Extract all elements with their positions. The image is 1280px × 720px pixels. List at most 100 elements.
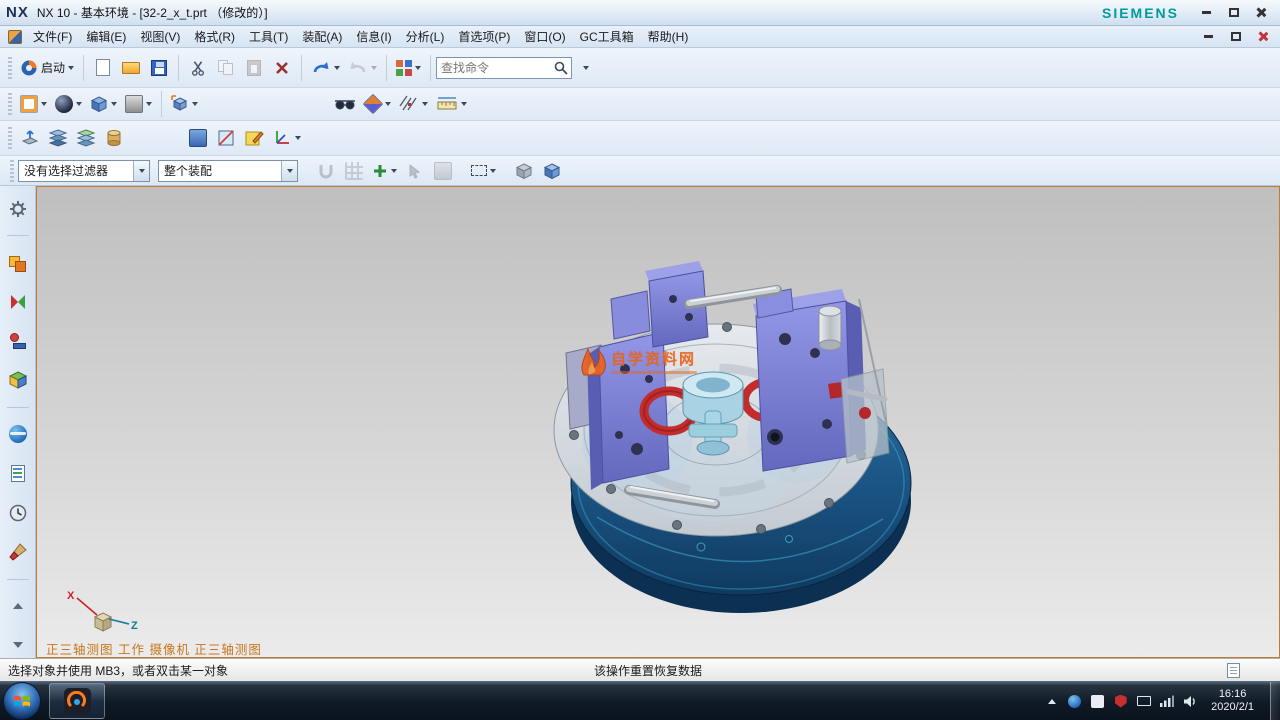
tray-ime-icon[interactable] bbox=[1090, 694, 1105, 709]
chevron-down-icon[interactable] bbox=[192, 102, 198, 106]
hidden-icons-button[interactable] bbox=[1044, 694, 1059, 709]
visual-effects-button[interactable] bbox=[330, 89, 360, 119]
resource-bar-options-button[interactable] bbox=[5, 196, 31, 221]
menu-gc-toolbox[interactable]: GC工具箱 bbox=[573, 26, 641, 47]
highlight-button[interactable] bbox=[429, 156, 457, 186]
command-search-input[interactable] bbox=[441, 61, 553, 75]
measure-button[interactable] bbox=[432, 89, 471, 119]
chevron-down-icon[interactable] bbox=[334, 66, 340, 70]
menu-preferences[interactable]: 首选项(P) bbox=[451, 26, 517, 47]
background-button[interactable] bbox=[121, 89, 156, 119]
chevron-down-icon[interactable] bbox=[490, 169, 496, 173]
selection-filter-combo[interactable]: 没有选择过滤器 bbox=[18, 160, 150, 182]
web-browser-tab[interactable] bbox=[5, 422, 31, 447]
wcs-button[interactable] bbox=[268, 123, 305, 153]
tray-network-icon[interactable] bbox=[1159, 694, 1174, 709]
chevron-down-icon[interactable] bbox=[385, 102, 391, 106]
snap-point-button[interactable] bbox=[395, 89, 432, 119]
menu-information[interactable]: 信息(I) bbox=[349, 26, 398, 47]
menu-assemblies[interactable]: 装配(A) bbox=[295, 26, 349, 47]
sidebar-scroll-up-button[interactable] bbox=[5, 594, 31, 619]
graphics-window[interactable]: 自学资料网 X Z 正三轴测图 工作 摄像机 正三轴测图 bbox=[36, 186, 1280, 658]
window-minimize-button[interactable] bbox=[1193, 4, 1220, 21]
selection-intent-button[interactable] bbox=[360, 89, 395, 119]
chevron-down-icon[interactable] bbox=[295, 136, 301, 140]
true-shading-button[interactable] bbox=[16, 89, 51, 119]
window-restore-button[interactable] bbox=[1220, 4, 1247, 21]
window-close-button[interactable] bbox=[1247, 4, 1274, 21]
toolbar-drag-handle[interactable] bbox=[8, 57, 12, 79]
selection-scope-combo[interactable]: 整个装配 bbox=[158, 160, 298, 182]
toolbar-drag-handle[interactable] bbox=[10, 160, 14, 182]
chevron-down-icon[interactable] bbox=[391, 169, 397, 173]
child-restore-button[interactable] bbox=[1222, 28, 1249, 45]
marquee-select-button[interactable] bbox=[467, 156, 500, 186]
cad-model[interactable] bbox=[37, 187, 1280, 657]
tray-help-icon[interactable] bbox=[1067, 694, 1082, 709]
menu-tools[interactable]: 工具(T) bbox=[242, 26, 295, 47]
menu-analysis[interactable]: 分析(L) bbox=[399, 26, 452, 47]
menu-format[interactable]: 格式(R) bbox=[187, 26, 242, 47]
chevron-down-icon[interactable] bbox=[371, 66, 377, 70]
chevron-down-icon[interactable] bbox=[422, 102, 428, 106]
chevron-down-icon[interactable] bbox=[68, 66, 74, 70]
tray-display-icon[interactable] bbox=[1136, 694, 1151, 709]
chevron-down-icon[interactable] bbox=[41, 102, 47, 106]
save-button[interactable] bbox=[145, 53, 173, 83]
toolbar-drag-handle[interactable] bbox=[8, 93, 12, 115]
chevron-down-icon[interactable] bbox=[461, 102, 467, 106]
menu-view[interactable]: 视图(V) bbox=[133, 26, 187, 47]
magnet-snap-button[interactable] bbox=[312, 156, 340, 186]
layer-visible-button[interactable] bbox=[72, 123, 100, 153]
render-style-button[interactable] bbox=[51, 89, 86, 119]
chevron-down-icon[interactable] bbox=[111, 102, 117, 106]
paste-button[interactable] bbox=[240, 53, 268, 83]
snap-enable-button[interactable] bbox=[340, 156, 368, 186]
taskbar-clock[interactable]: 16:16 2020/2/1 bbox=[1211, 688, 1254, 714]
window-layout-button[interactable] bbox=[392, 53, 425, 83]
menu-edit[interactable]: 编辑(E) bbox=[79, 26, 133, 47]
roll-button[interactable] bbox=[100, 123, 128, 153]
toolbar-drag-handle[interactable] bbox=[8, 127, 12, 149]
roles-tab[interactable] bbox=[5, 539, 31, 564]
copy-button[interactable] bbox=[212, 53, 240, 83]
combo-dropdown-button[interactable] bbox=[281, 161, 297, 181]
deselect-button[interactable] bbox=[401, 156, 429, 186]
start-menu-button[interactable]: 启动 bbox=[16, 53, 78, 83]
delete-button[interactable] bbox=[268, 53, 296, 83]
note-button[interactable] bbox=[240, 123, 268, 153]
child-minimize-button[interactable] bbox=[1195, 28, 1222, 45]
tray-antivirus-icon[interactable] bbox=[1113, 694, 1128, 709]
document-icon[interactable] bbox=[8, 30, 22, 44]
undo-button[interactable] bbox=[307, 53, 344, 83]
menu-file[interactable]: 文件(F) bbox=[26, 26, 79, 47]
orient-view-button[interactable] bbox=[86, 89, 121, 119]
toolbar-options-button[interactable] bbox=[572, 53, 600, 83]
cut-button[interactable] bbox=[184, 53, 212, 83]
combo-dropdown-button[interactable] bbox=[133, 161, 149, 181]
nx-taskbar-button[interactable] bbox=[49, 683, 105, 719]
new-part-button[interactable] bbox=[89, 53, 117, 83]
menu-help[interactable]: 帮助(H) bbox=[641, 26, 696, 47]
layer-settings-button[interactable] bbox=[44, 123, 72, 153]
redo-button[interactable] bbox=[344, 53, 381, 83]
system-materials-tab[interactable] bbox=[5, 500, 31, 525]
reuse-library-tab[interactable] bbox=[5, 368, 31, 393]
constraint-navigator-tab[interactable] bbox=[5, 289, 31, 314]
child-close-button[interactable] bbox=[1249, 28, 1276, 45]
chevron-down-icon[interactable] bbox=[76, 102, 82, 106]
start-button[interactable] bbox=[3, 682, 41, 720]
fit-view-button[interactable] bbox=[167, 89, 202, 119]
title-bar[interactable]: NX NX 10 - 基本环境 - [32-2_x_t.prt （修改的）] S… bbox=[0, 0, 1280, 26]
status-note-icon[interactable] bbox=[1227, 663, 1240, 678]
search-icon[interactable] bbox=[553, 60, 569, 76]
chevron-down-icon[interactable] bbox=[146, 102, 152, 106]
assembly-navigator-tab[interactable] bbox=[5, 250, 31, 275]
show-shaded-button[interactable] bbox=[538, 156, 566, 186]
menu-window[interactable]: 窗口(O) bbox=[517, 26, 572, 47]
tray-volume-icon[interactable] bbox=[1182, 694, 1197, 709]
history-palette-tab[interactable] bbox=[5, 461, 31, 486]
part-navigator-toggle-button[interactable] bbox=[184, 123, 212, 153]
edit-section-button[interactable] bbox=[212, 123, 240, 153]
move-object-button[interactable] bbox=[16, 123, 44, 153]
